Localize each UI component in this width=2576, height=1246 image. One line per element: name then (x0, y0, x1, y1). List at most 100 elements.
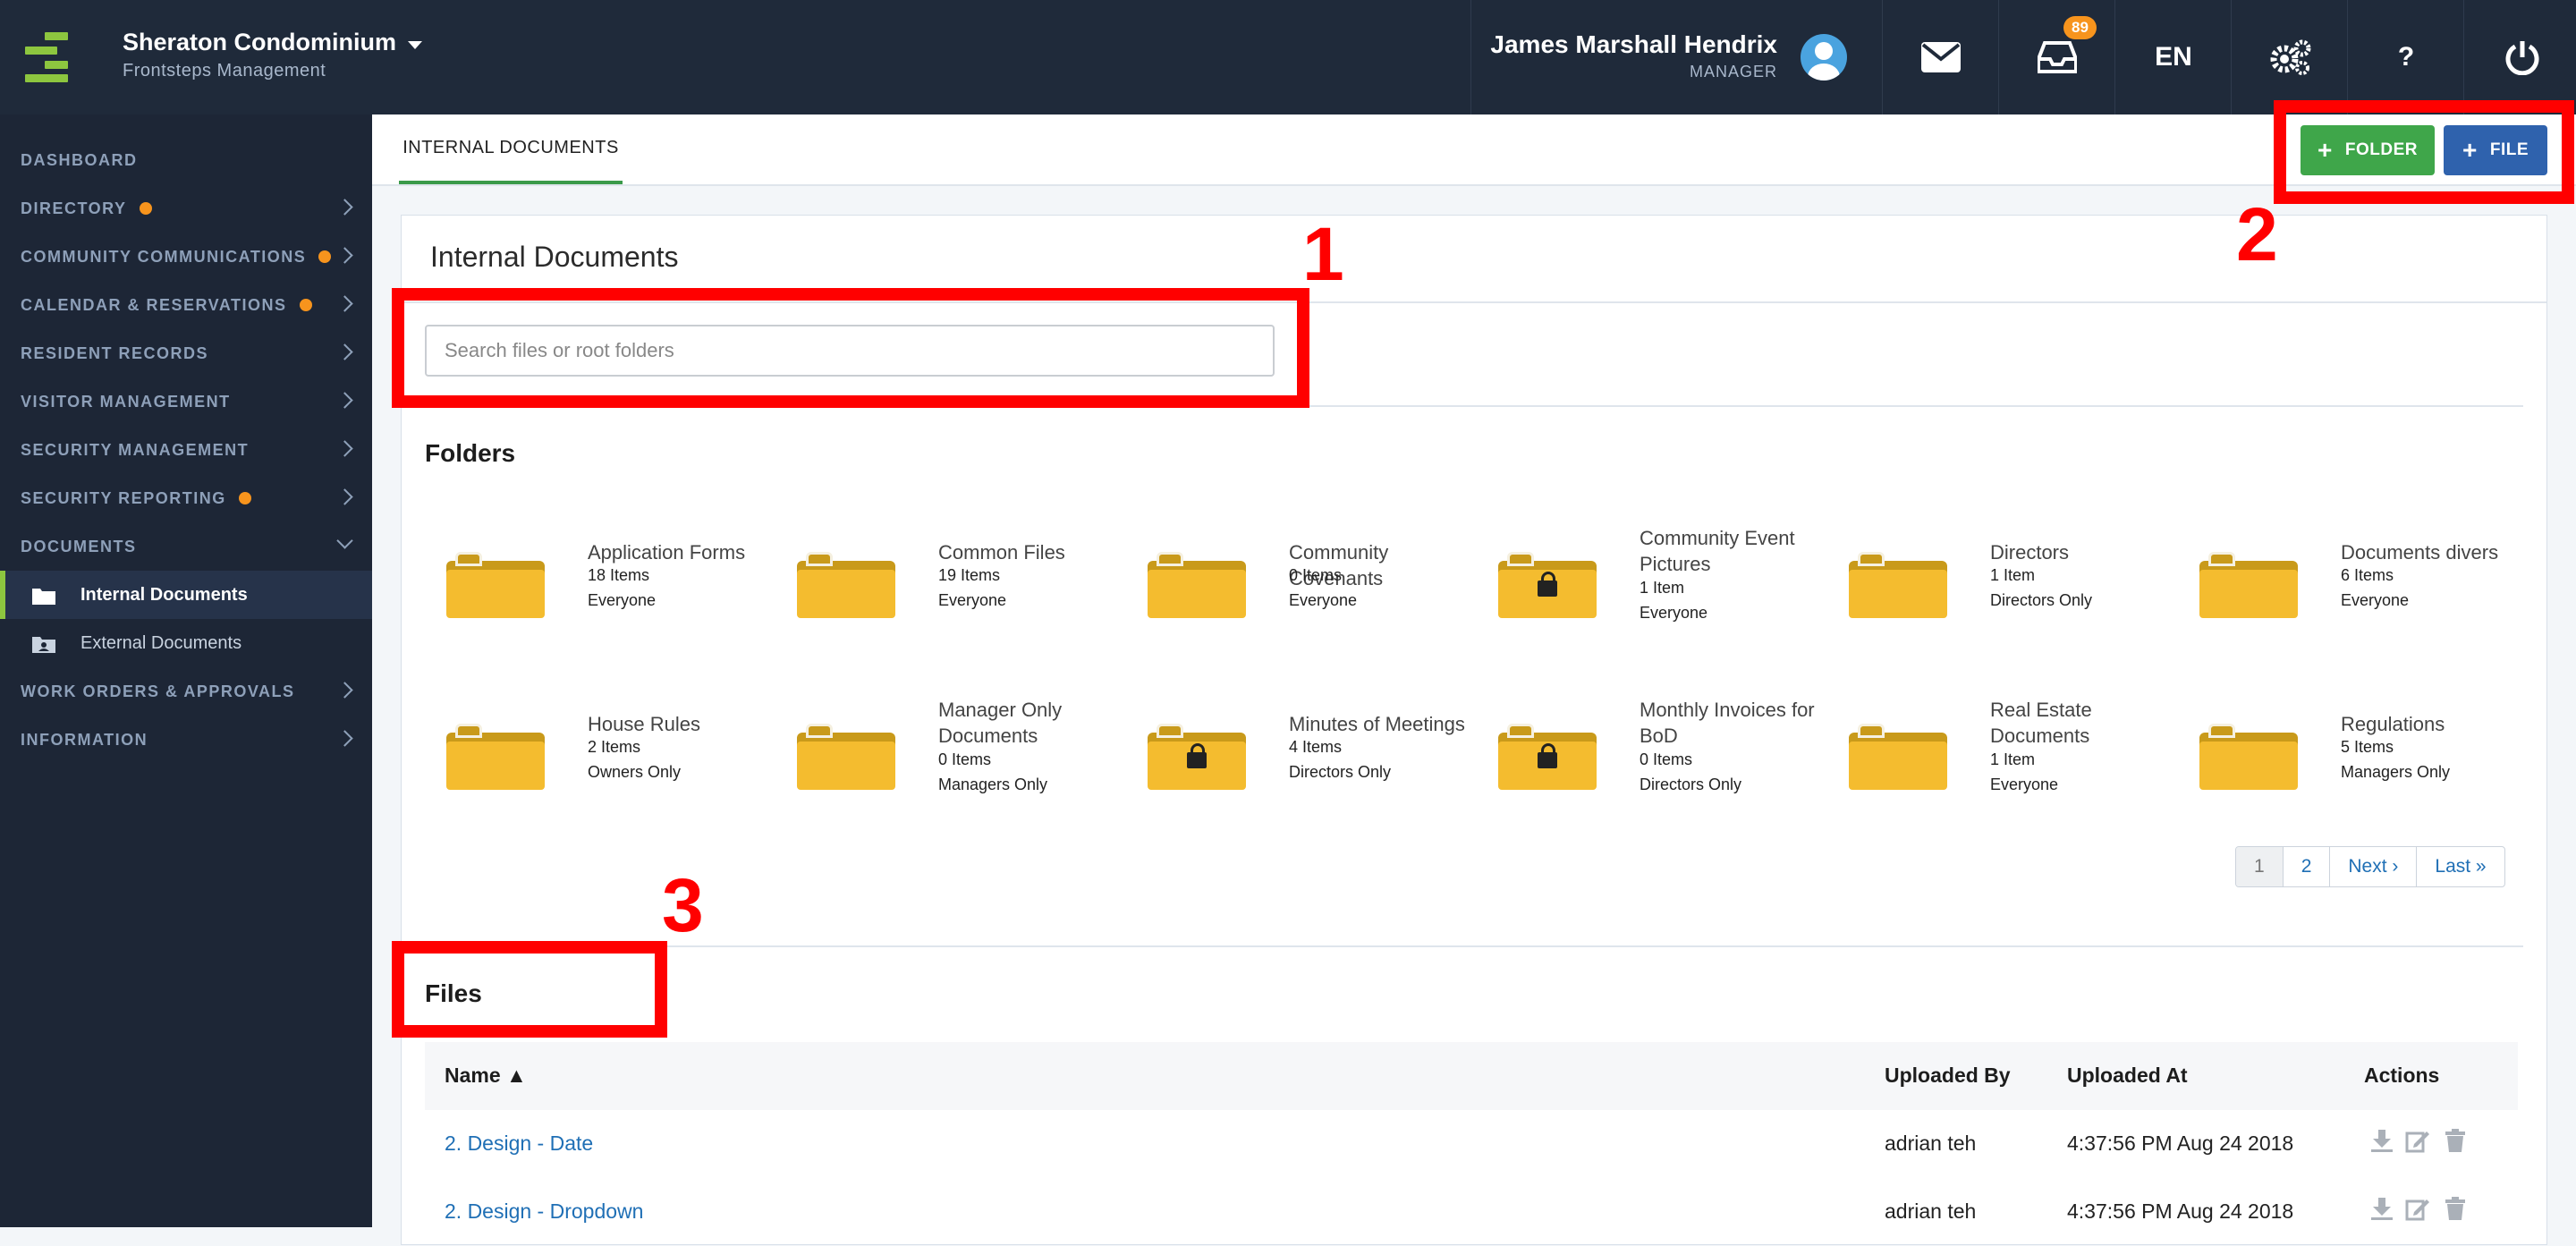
sidebar-item-visitor-management[interactable]: VISITOR MANAGEMENT (0, 377, 372, 426)
frontsteps-logo-icon[interactable] (25, 32, 68, 82)
sidebar-item-label: INFORMATION (21, 730, 148, 749)
chevron-right-icon (336, 440, 353, 457)
folder-item-count: 2 Items (588, 738, 641, 756)
inbox-count-badge: 89 (2063, 16, 2097, 39)
name-column-header[interactable]: Name ▲ (445, 1064, 527, 1088)
sidebar-item-label: DOCUMENTS (21, 537, 137, 555)
folder-access: Everyone (938, 591, 1007, 609)
file-name-link[interactable]: 2. Design - Dropdown (445, 1199, 643, 1224)
folder-name: Monthly Invoices for BoD (1640, 699, 1815, 747)
help-button[interactable]: ? (2347, 0, 2464, 114)
folder-icon (1849, 552, 1947, 618)
folder-item-count: 1 Item (1990, 566, 2036, 584)
folder-item-count: 19 Items (938, 566, 1001, 584)
edit-icon[interactable] (2405, 1128, 2430, 1153)
community-name[interactable]: Sheraton Condominium (123, 29, 396, 56)
next-page-button[interactable]: Next › (2329, 847, 2416, 886)
messages-button[interactable] (1882, 0, 1999, 114)
lock-icon (1538, 743, 1557, 772)
chevron-down-icon (336, 532, 353, 549)
avatar[interactable] (1801, 34, 1847, 81)
folders-heading: Folders (425, 439, 516, 467)
sidebar-item-internal-documents[interactable]: Internal Documents (0, 571, 372, 619)
folder-name: Manager Only Documents (938, 699, 1063, 747)
sidebar-item-label: WORK ORDERS & APPROVALS (21, 682, 295, 700)
uploaded-at: 4:37:56 PM Aug 24 2018 (2067, 1132, 2294, 1155)
folder-item[interactable]: House Rules 2 Items Owners Only (425, 682, 774, 817)
inbox-button[interactable]: 89 (1998, 0, 2115, 114)
folder-item-count: 0 Items (1640, 750, 1693, 768)
folder-item[interactable]: Monthly Invoices for BoD 0 Items Directors… (1477, 682, 1826, 817)
uploaded-by: adrian teh (1885, 1199, 1977, 1223)
annotation-box-files-heading (392, 941, 667, 1038)
folder-item[interactable]: Application Forms 18 Items Everyone (425, 511, 774, 645)
language-button[interactable]: EN (2114, 0, 2232, 114)
folder-access: Directors Only (1640, 776, 1742, 793)
folder-item-count: 0 Items (1289, 566, 1343, 584)
community-switcher-caret-icon[interactable] (408, 41, 422, 49)
sidebar-item-security-management[interactable]: SECURITY MANAGEMENT (0, 426, 372, 474)
folder-item[interactable]: Real Estate Documents 1 Item Everyone (1827, 682, 2176, 817)
folder-access: Directors Only (1990, 591, 2093, 609)
settings-button[interactable] (2231, 0, 2348, 114)
user-name: James Marshall Hendrix (1490, 30, 1777, 58)
file-name-link[interactable]: 2. Design - Date (445, 1132, 593, 1156)
uploaded-at-column-header: Uploaded At (2067, 1064, 2188, 1087)
download-icon[interactable] (2369, 1128, 2394, 1153)
locked-folder-icon (1498, 552, 1597, 618)
sidebar-item-label: VISITOR MANAGEMENT (21, 392, 231, 411)
folder-item[interactable]: Community Covenants 0 Items Everyone (1126, 511, 1475, 645)
sidebar-item-documents[interactable]: DOCUMENTS (0, 522, 372, 571)
chevron-right-icon (336, 247, 353, 264)
folder-item[interactable]: Regulations 5 Items Managers Only (2178, 682, 2527, 817)
sidebar-item-information[interactable]: INFORMATION (0, 716, 372, 764)
table-row: 2. Design - Date adrian teh 4:37:56 PM A… (425, 1110, 2518, 1178)
folder-item[interactable]: Minutes of Meetings 4 Items Directors Only (1126, 682, 1475, 817)
chevron-right-icon (336, 295, 353, 312)
user-menu[interactable]: James Marshall Hendrix MANAGER (1470, 0, 1883, 114)
folder-item[interactable]: Documents divers 6 Items Everyone (2178, 511, 2527, 645)
logout-button[interactable] (2463, 0, 2576, 114)
page-1-button[interactable]: 1 (2236, 847, 2283, 886)
sidebar-item-label: External Documents (80, 632, 242, 653)
folder-item-count: 5 Items (2341, 738, 2394, 756)
folder-item[interactable]: Manager Only Documents 0 Items Managers On… (775, 682, 1124, 817)
chevron-right-icon (336, 682, 353, 699)
sidebar-item-external-documents[interactable]: External Documents (0, 619, 372, 667)
sidebar-item-dashboard[interactable]: DASHBOARD (0, 136, 372, 184)
delete-icon[interactable] (2443, 1196, 2468, 1221)
annotation-number-3: 3 (662, 863, 704, 947)
tab-internal-documents[interactable]: INTERNAL DOCUMENTS (399, 114, 623, 184)
folder-access: Everyone (2341, 591, 2410, 609)
folder-item[interactable]: Directors 1 Item Directors Only (1827, 511, 2176, 645)
folder-item[interactable]: Common Files 19 Items Everyone (775, 511, 1124, 645)
sidebar-item-work-orders-approvals[interactable]: WORK ORDERS & APPROVALS (0, 667, 372, 716)
locked-folder-icon (1498, 724, 1597, 790)
sidebar-item-directory[interactable]: DIRECTORY (0, 184, 372, 233)
folder-name: Application Forms (588, 541, 746, 564)
shared-folder-icon (32, 637, 55, 653)
sidebar-item-label: RESIDENT RECORDS (21, 343, 209, 362)
page-2-button[interactable]: 2 (2282, 847, 2330, 886)
folder-access: Managers Only (938, 776, 1048, 793)
sidebar-item-calendar-reservations[interactable]: CALENDAR & RESERVATIONS (0, 281, 372, 329)
sidebar-item-community-communications[interactable]: COMMUNITY COMMUNICATIONS (0, 233, 372, 281)
folder-access: Owners Only (588, 763, 682, 781)
folder-name: Documents divers (2341, 541, 2499, 564)
folder-item[interactable]: Community Event Pictures 1 Item Everyone (1477, 511, 1826, 645)
edit-icon[interactable] (2405, 1196, 2430, 1221)
page-title: Internal Documents (430, 241, 679, 273)
management-company-name: Frontsteps Management (123, 61, 326, 81)
download-icon[interactable] (2369, 1196, 2394, 1221)
sidebar-item-label: Internal Documents (80, 584, 248, 605)
folder-access: Everyone (1289, 591, 1358, 609)
delete-icon[interactable] (2443, 1128, 2468, 1153)
sidebar-item-security-reporting[interactable]: SECURITY REPORTING (0, 474, 372, 522)
folder-icon (797, 552, 895, 618)
annotation-number-1: 1 (1302, 212, 1344, 296)
folder-name: Real Estate Documents (1990, 699, 2092, 747)
lock-icon (1187, 743, 1207, 772)
last-page-button[interactable]: Last » (2416, 847, 2504, 886)
actions-column-header: Actions (2364, 1064, 2440, 1087)
sidebar-item-resident-records[interactable]: RESIDENT RECORDS (0, 329, 372, 377)
